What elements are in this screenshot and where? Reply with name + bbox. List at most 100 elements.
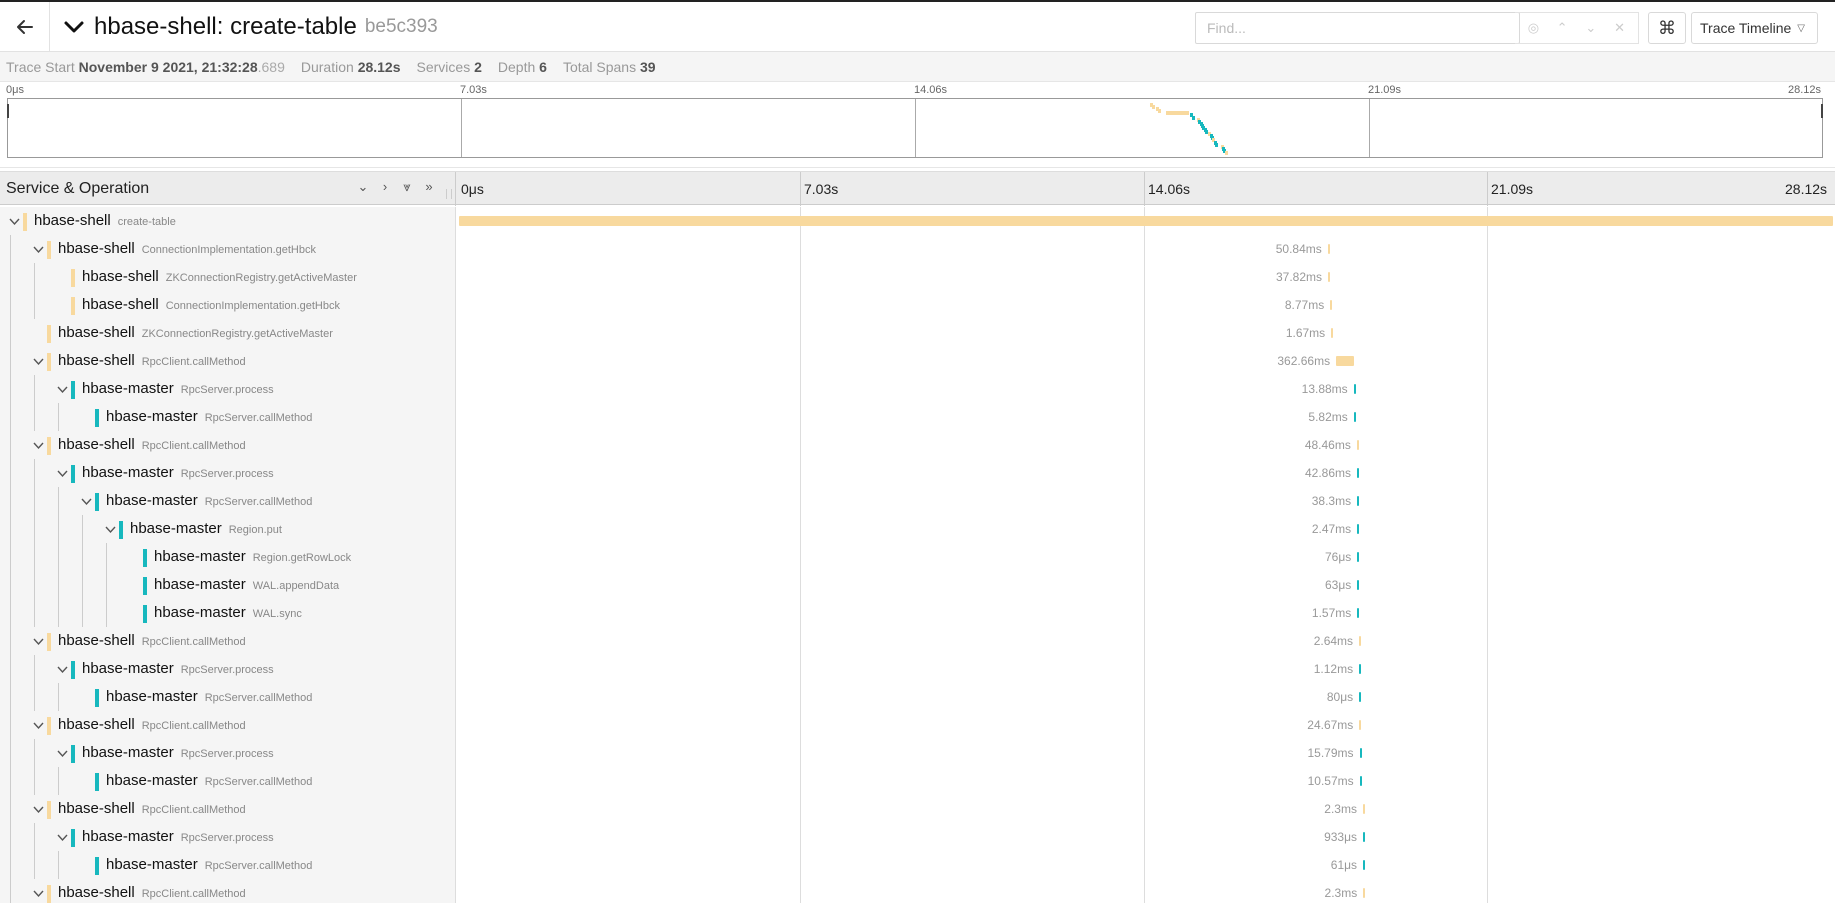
span-label[interactable]: hbase-master RpcServer.process (82, 828, 274, 845)
span-bar[interactable] (1353, 384, 1356, 394)
span-label[interactable]: hbase-master RpcServer.callMethod (106, 856, 312, 873)
span-bar[interactable] (1359, 776, 1362, 786)
span-row[interactable]: hbase-master RpcServer.process 13.88ms (0, 375, 1835, 403)
span-label[interactable]: hbase-master RpcServer.callMethod (106, 688, 312, 705)
span-bar[interactable] (1362, 804, 1365, 814)
span-toggle[interactable] (4, 207, 24, 235)
expand-one-icon[interactable]: › (374, 179, 396, 195)
span-toggle[interactable] (28, 711, 48, 739)
span-bar[interactable] (1331, 328, 1334, 338)
span-bar[interactable] (1357, 524, 1360, 534)
span-toggle[interactable] (28, 627, 48, 655)
span-row[interactable]: hbase-master RpcServer.callMethod 80μs (0, 683, 1835, 711)
trace-minimap[interactable]: 0μs 7.03s 14.06s 21.09s 28.12s (0, 82, 1835, 168)
span-bar[interactable] (1328, 272, 1330, 282)
span-toggle[interactable] (52, 375, 72, 403)
span-row[interactable]: hbase-master RpcServer.callMethod 38.3ms (0, 487, 1835, 515)
span-bar[interactable] (1330, 300, 1333, 310)
span-row[interactable]: hbase-shell RpcClient.callMethod 2.64ms (0, 627, 1835, 655)
span-label[interactable]: hbase-shell RpcClient.callMethod (58, 884, 246, 901)
span-row[interactable]: hbase-shell ZKConnectionRegistry.getActiv… (0, 263, 1835, 291)
span-bar[interactable] (1356, 440, 1360, 450)
span-row[interactable]: hbase-master RpcServer.process 15.79ms (0, 739, 1835, 767)
span-label[interactable]: hbase-shell ConnectionImplementation.getH… (58, 240, 316, 257)
span-bar[interactable] (1359, 636, 1362, 646)
span-row[interactable]: hbase-master RpcServer.process 42.86ms (0, 459, 1835, 487)
span-bar[interactable] (1359, 748, 1362, 758)
span-bar[interactable] (1359, 664, 1362, 674)
span-row[interactable]: hbase-shell RpcClient.callMethod 2.3ms (0, 795, 1835, 823)
span-bar[interactable] (1336, 356, 1354, 366)
span-row[interactable]: hbase-shell RpcClient.callMethod 362.66ms (0, 347, 1835, 375)
span-label[interactable]: hbase-master RpcServer.callMethod (106, 492, 312, 509)
column-resize-handle[interactable] (446, 189, 452, 199)
span-bar[interactable] (1357, 552, 1360, 562)
span-bar[interactable] (1363, 860, 1366, 870)
span-row[interactable]: hbase-shell RpcClient.callMethod 2.3ms (0, 879, 1835, 903)
span-row[interactable]: hbase-master RpcServer.callMethod 10.57ms (0, 767, 1835, 795)
span-bar[interactable] (1357, 496, 1360, 506)
span-bar[interactable] (1357, 580, 1360, 590)
span-row[interactable]: hbase-master Region.put 2.47ms (0, 515, 1835, 543)
span-label[interactable]: hbase-master Region.put (130, 520, 282, 537)
span-row[interactable]: hbase-shell create-table (0, 207, 1835, 235)
span-toggle[interactable] (52, 459, 72, 487)
span-toggle[interactable] (28, 431, 48, 459)
span-row[interactable]: hbase-master RpcServer.callMethod 5.82ms (0, 403, 1835, 431)
span-label[interactable]: hbase-master RpcServer.process (82, 744, 274, 761)
span-row[interactable]: hbase-shell RpcClient.callMethod 24.67ms (0, 711, 1835, 739)
locate-icon[interactable]: ◎ (1524, 20, 1542, 36)
chevron-down-small-icon[interactable]: ⌄ (1582, 20, 1600, 36)
span-bar[interactable] (1359, 692, 1362, 702)
span-toggle[interactable] (76, 487, 96, 515)
span-label[interactable]: hbase-master RpcServer.process (82, 380, 274, 397)
span-label[interactable]: hbase-shell RpcClient.callMethod (58, 800, 246, 817)
span-label[interactable]: hbase-shell ConnectionImplementation.getH… (82, 296, 340, 313)
span-row[interactable]: hbase-shell ZKConnectionRegistry.getActiv… (0, 319, 1835, 347)
collapse-all-icon[interactable]: ⩔ (396, 179, 418, 195)
span-bar[interactable] (1327, 244, 1331, 254)
view-select[interactable]: Trace Timeline ▽ (1691, 12, 1818, 44)
span-row[interactable]: hbase-shell ConnectionImplementation.getH… (0, 235, 1835, 263)
span-row[interactable]: hbase-master Region.getRowLock 76μs (0, 543, 1835, 571)
span-row[interactable]: hbase-master RpcServer.callMethod 61μs (0, 851, 1835, 879)
span-label[interactable]: hbase-shell RpcClient.callMethod (58, 436, 246, 453)
span-label[interactable]: hbase-shell create-table (34, 212, 176, 229)
span-label[interactable]: hbase-master RpcServer.process (82, 660, 274, 677)
span-label[interactable]: hbase-master WAL.appendData (154, 576, 339, 593)
minimap-canvas[interactable] (7, 98, 1823, 158)
find-input[interactable] (1196, 13, 1516, 43)
find-field[interactable] (1195, 12, 1520, 44)
span-row[interactable]: hbase-master WAL.appendData 63μs (0, 571, 1835, 599)
span-toggle[interactable] (52, 655, 72, 683)
span-bar[interactable] (459, 216, 1833, 226)
span-bar[interactable] (1357, 608, 1360, 618)
span-row[interactable]: hbase-master RpcServer.process 933μs (0, 823, 1835, 851)
span-toggle[interactable] (52, 739, 72, 767)
span-label[interactable]: hbase-shell RpcClient.callMethod (58, 352, 246, 369)
span-row[interactable]: hbase-master WAL.sync 1.57ms (0, 599, 1835, 627)
span-bar[interactable] (1362, 832, 1365, 842)
span-label[interactable]: hbase-shell ZKConnectionRegistry.getActiv… (58, 324, 333, 341)
span-row[interactable]: hbase-shell RpcClient.callMethod 48.46ms (0, 431, 1835, 459)
span-toggle[interactable] (28, 879, 48, 903)
span-bar[interactable] (1353, 412, 1356, 422)
chevron-up-icon[interactable]: ⌃ (1553, 20, 1571, 36)
span-toggle[interactable] (28, 347, 48, 375)
span-label[interactable]: hbase-master RpcServer.callMethod (106, 772, 312, 789)
span-label[interactable]: hbase-shell ZKConnectionRegistry.getActiv… (82, 268, 357, 285)
span-label[interactable]: hbase-shell RpcClient.callMethod (58, 716, 246, 733)
minimap-right-handle[interactable] (1821, 104, 1823, 118)
span-toggle[interactable] (28, 235, 48, 263)
span-label[interactable]: hbase-master RpcServer.callMethod (106, 408, 312, 425)
span-toggle[interactable] (28, 795, 48, 823)
collapse-one-icon[interactable]: ⌄ (352, 179, 374, 195)
trace-title-toggle[interactable]: hbase-shell: create-table be5c393 (62, 11, 438, 43)
span-bar[interactable] (1356, 468, 1360, 478)
back-button[interactable] (0, 2, 50, 52)
span-label[interactable]: hbase-master WAL.sync (154, 604, 302, 621)
span-label[interactable]: hbase-master RpcServer.process (82, 464, 274, 481)
minimap-left-handle[interactable] (7, 104, 9, 118)
span-toggle[interactable] (100, 515, 120, 543)
span-label[interactable]: hbase-master Region.getRowLock (154, 548, 351, 565)
